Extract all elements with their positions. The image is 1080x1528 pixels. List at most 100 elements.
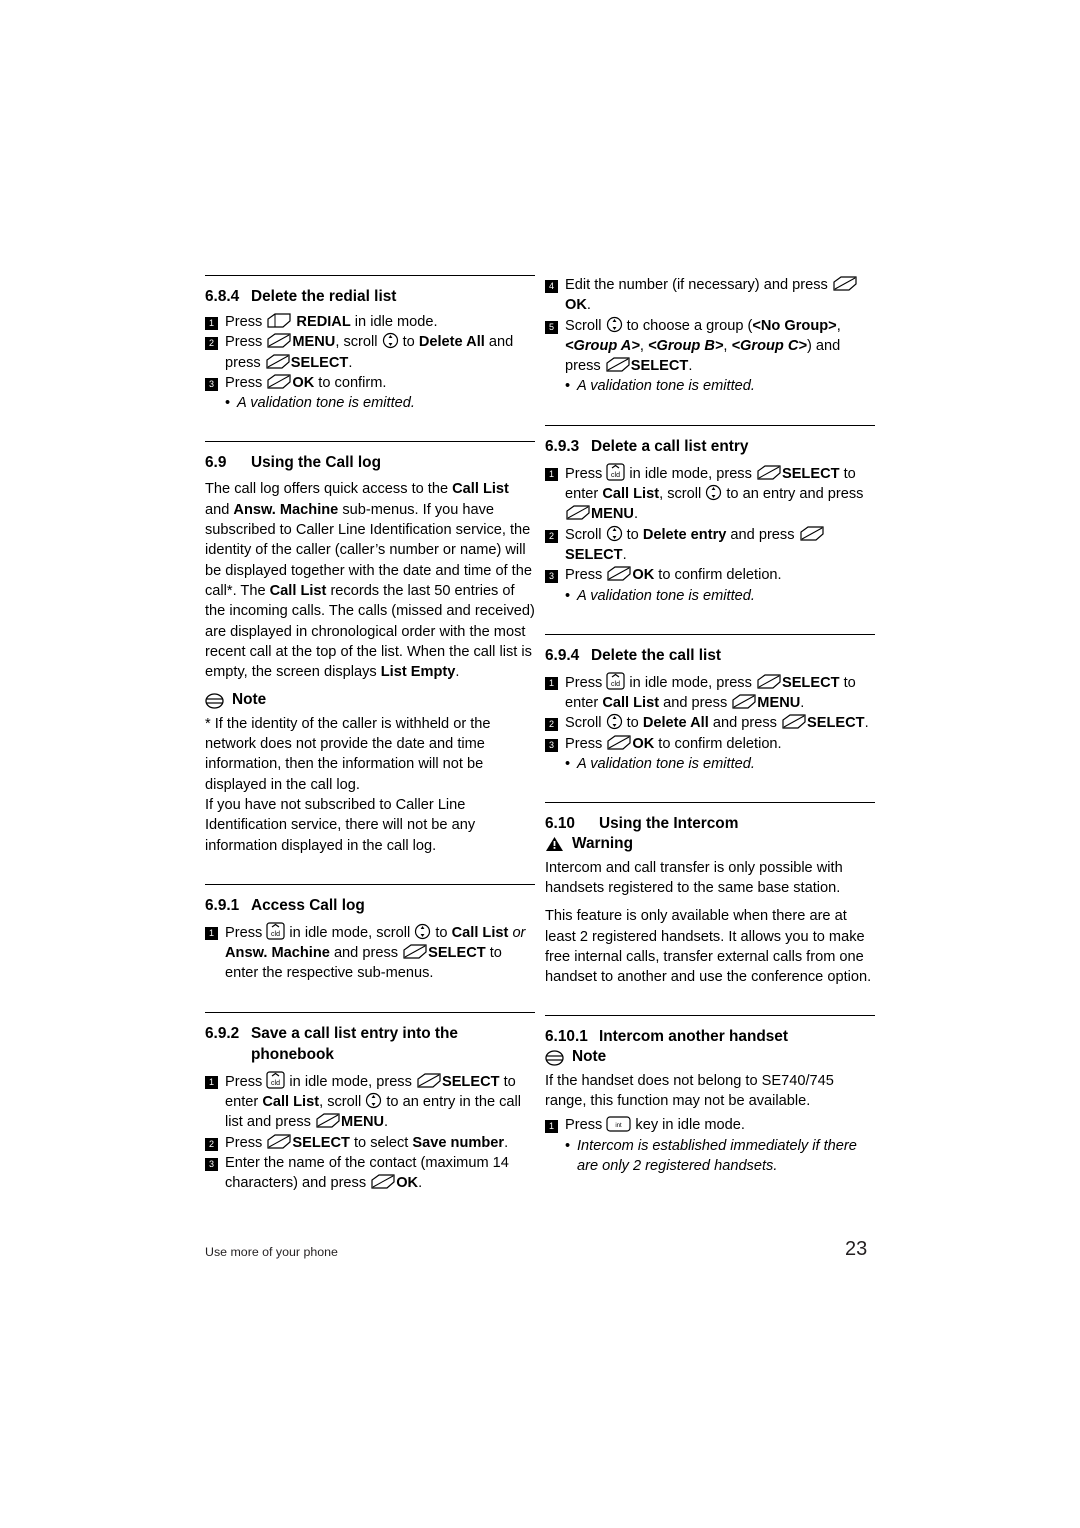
list-item: 3 Press OK to confirm deletion. [545,734,875,754]
step-text: Enter the name of the contact (maximum 1… [225,1154,509,1192]
list-item: 2 Scroll to Delete All and press SELECT. [545,713,875,733]
bullet-dot: • [225,395,231,412]
section-heading-6-9: 6.9 Using the Call log [205,452,535,473]
note-bullet: • A validation tone is emitted. [225,393,535,413]
navigation-key-icon [606,525,623,542]
navigation-key-icon [382,332,399,349]
bullet-text: A validation tone is emitted. [577,378,755,395]
step-text: Press REDIAL in idle mode. [225,312,438,330]
step-text: Edit the number (if necessary) and press… [565,275,875,316]
step-text: Press cld in idle mode, scroll to Call L… [225,922,535,984]
step-number: 2 [205,1137,218,1151]
section-title: Using the Intercom [599,815,739,833]
section-number: 6.9.4 [545,646,580,664]
call-list-key-icon: cld [606,672,625,690]
step-number: 1 [205,1075,218,1089]
list-item: 4 Edit the number (if necessary) and pre… [545,275,875,316]
svg-text:int: int [616,1123,623,1129]
list-item: 3 Press OK to confirm. [205,373,535,393]
step-text: Press cld in idle mode, press SELECT to … [565,463,875,525]
menu-key-icon [315,1112,341,1129]
list-item: 1 Press cld in idle mode, press SELECT t… [545,672,875,714]
section-title: Delete the redial list [251,288,397,305]
list-item: 2 Scroll to Delete entry and press SELEC… [545,525,875,566]
step-text: Press OK to confirm. [225,373,387,391]
navigation-key-icon [414,923,431,940]
section-heading-6-9-2: 6.9.2 Save a call list entry into the [205,1023,535,1044]
footer-label: Use more of your phone [205,1245,338,1259]
step-text: Scroll to choose a group (<No Group>, <G… [565,316,841,375]
redial-key-icon [266,312,292,329]
step-text: Press OK to confirm deletion. [565,735,782,752]
list-item: 2 Press SELECT to select Save number. [205,1133,535,1153]
section-title: Delete a call list entry [591,437,749,455]
step-number: 1 [205,317,218,330]
svg-text:cld: cld [611,681,620,688]
step-number: 1 [205,926,218,940]
right-column: 4 Edit the number (if necessary) and pre… [545,275,875,1176]
note-paragraph: If the handset does not belong to SE740/… [545,1072,834,1110]
body-paragraph: The call log offers quick access to the … [205,481,535,681]
note-bullet: • Intercom is established immediately if… [565,1136,875,1177]
section-heading-6-9-1: 6.9.1 Access Call log [205,895,535,916]
step-text: Scroll to Delete entry and press SELECT. [565,525,875,566]
page-number: 23 [845,1238,868,1260]
select-key-icon [266,1133,292,1150]
list-item: 3 Press OK to confirm deletion. [545,565,875,585]
section-number: 6.9 [205,454,227,472]
step-number: 3 [545,738,558,752]
section-number: 6.8.4 [205,288,240,305]
section-heading-6-8-4: 6.8.4 Delete the redial list [205,286,535,307]
note-heading: Note [205,690,535,710]
section-heading-6-10: 6.10 Using the Intercom [545,813,875,834]
warning-paragraph: Intercom and call transfer is only possi… [545,859,843,896]
ok-key-icon [370,1173,396,1190]
section-title: Save a call list entry into the [251,1024,458,1042]
list-item: 1 Press cld in idle mode, scroll to Call… [205,922,535,984]
note-paragraph-2: If you have not subscribed to Caller Lin… [205,796,476,854]
note-label: Note [572,1048,607,1066]
section-title: Using the Call log [251,454,381,472]
note-bullet: • A validation tone is emitted. [565,754,875,774]
list-item: 2 Press MENU, scroll to Delete All and pr… [205,332,535,373]
menu-key-icon [266,332,292,349]
note-icon [545,1049,564,1066]
warning-heading: Warning [545,834,875,854]
call-list-key-icon: cld [266,1071,285,1089]
step-text: Press cld in idle mode, press SELECT to … [565,672,875,714]
list-item: 5 Scroll to choose a group (<No Group>, … [545,316,875,377]
list-item: 1 Press cld in idle mode, press SELECT t… [545,463,875,525]
step-number: 3 [545,570,558,584]
step-number: 5 [545,320,558,334]
step-number: 2 [545,718,558,732]
list-item: 1 Press int key in idle mode. [545,1115,875,1135]
select-key-icon [265,353,291,370]
list-item: 1 Press cld in idle mode, press SELECT t… [205,1071,535,1133]
section-number: 6.9.1 [205,896,240,914]
ok-key-icon [832,275,858,292]
section-title: Intercom another handset [599,1028,788,1046]
navigation-key-icon [606,316,623,333]
section-heading-6-10-1: 6.10.1 Intercom another handset [545,1026,875,1047]
note-heading: Note [545,1047,875,1067]
step-number: 1 [545,467,558,481]
step-number: 4 [545,280,558,293]
bullet-dot: • [565,378,571,395]
bullet-text: A validation tone is emitted. [577,756,755,773]
list-item: 1 Press REDIAL in idle mode. [205,312,535,332]
svg-text:cld: cld [611,472,620,479]
step-number: 2 [545,529,558,543]
section-number: 6.10.1 [545,1028,588,1046]
ok-key-icon [266,373,292,390]
select-key-icon [605,356,631,373]
note-bullet: • A validation tone is emitted. [565,376,875,396]
warning-label: Warning [572,835,633,853]
select-key-icon [799,525,825,542]
intercom-paragraph: This feature is only available when ther… [545,908,872,986]
section-number: 6.9.2 [205,1024,240,1042]
intercom-key-icon: int [606,1116,631,1132]
section-title-line2: phonebook [251,1045,334,1063]
step-text: Press cld in idle mode, press SELECT to … [225,1071,535,1133]
navigation-key-icon [606,713,623,730]
section-number-spacer [205,1044,251,1065]
